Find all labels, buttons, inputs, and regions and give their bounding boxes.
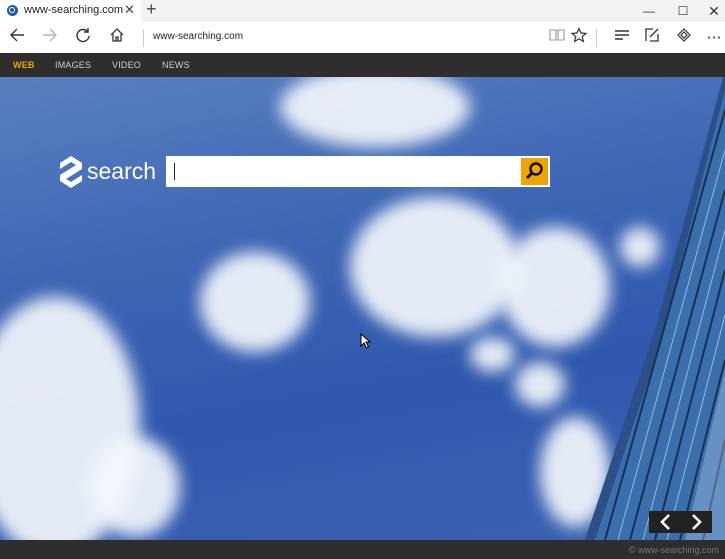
site-favicon-icon — [7, 5, 18, 16]
tab-strip: www-searching.com ✕ + — ☐ ✕ — [0, 0, 725, 22]
site-logo[interactable]: search — [58, 154, 158, 190]
new-tab-button[interactable]: + — [146, 0, 157, 20]
address-bar[interactable]: www-searching.com — [153, 31, 243, 42]
carousel-next-button[interactable] — [681, 511, 711, 533]
close-window-button[interactable]: ✕ — [697, 0, 725, 22]
carousel-prev-button[interactable] — [651, 511, 681, 533]
browser-toolbar: www-searching.com ⋯ — [0, 22, 725, 54]
forward-icon[interactable] — [39, 27, 61, 49]
address-divider — [143, 29, 144, 47]
favorite-star-icon[interactable] — [568, 27, 590, 49]
close-tab-icon[interactable]: ✕ — [124, 2, 135, 18]
cloud — [90, 437, 180, 537]
share-icon[interactable] — [673, 27, 695, 49]
browser-tab[interactable]: www-searching.com ✕ — [0, 0, 141, 22]
hero-background: search — [0, 77, 725, 540]
search-icon — [525, 162, 543, 180]
search-input[interactable] — [166, 156, 516, 187]
site-nav: WEB IMAGES VIDEO NEWS — [0, 53, 725, 77]
logo-mark-icon — [60, 156, 82, 188]
search-button[interactable] — [521, 158, 548, 185]
chevron-left-icon — [660, 514, 670, 530]
glass-building — [585, 77, 725, 540]
nav-video[interactable]: VIDEO — [112, 60, 141, 70]
cloud — [200, 252, 310, 352]
tab-title: www-searching.com — [24, 4, 124, 16]
chevron-right-icon — [692, 514, 702, 530]
nav-web[interactable]: WEB — [13, 60, 35, 70]
web-note-icon[interactable] — [641, 27, 663, 49]
hub-icon[interactable] — [611, 27, 633, 49]
maximize-window-button[interactable]: ☐ — [666, 0, 700, 22]
cloud — [280, 77, 470, 147]
mouse-pointer-icon — [360, 333, 371, 349]
nav-news[interactable]: NEWS — [162, 60, 190, 70]
nav-images[interactable]: IMAGES — [55, 60, 91, 70]
cloud — [515, 362, 565, 407]
logo-text: search — [87, 158, 157, 184]
back-icon[interactable] — [6, 27, 28, 49]
toolbar-divider — [596, 29, 597, 47]
page-footer: © www-searching.com — [0, 540, 725, 559]
reading-view-icon[interactable] — [546, 27, 568, 49]
more-icon[interactable]: ⋯ — [703, 27, 725, 49]
cloud — [470, 337, 515, 372]
carousel-controls — [649, 511, 712, 533]
minimize-window-button[interactable]: — — [632, 0, 666, 22]
search-box — [166, 156, 550, 187]
copyright-text: © www-searching.com — [628, 545, 719, 555]
home-icon[interactable] — [106, 27, 128, 49]
cloud — [350, 197, 520, 337]
refresh-icon[interactable] — [72, 27, 94, 49]
text-caret — [174, 163, 175, 180]
